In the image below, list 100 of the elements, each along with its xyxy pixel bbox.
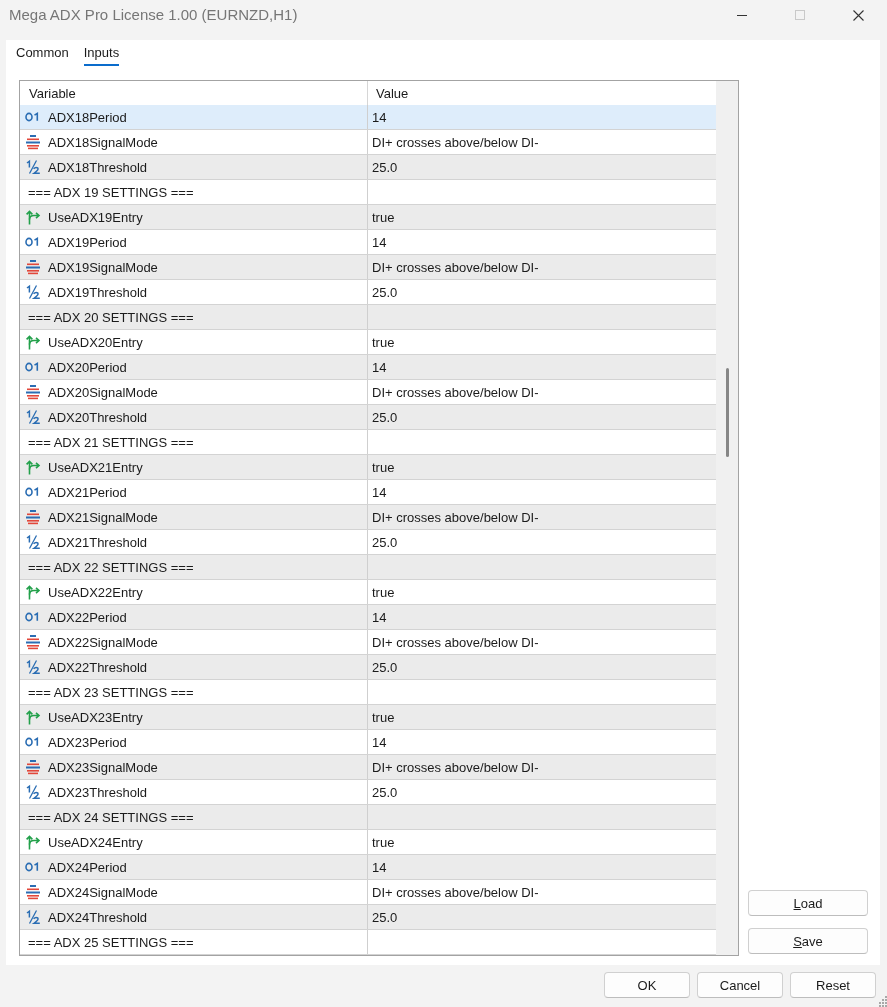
table-row[interactable]: UseADX22Entry true <box>20 580 716 605</box>
variable-value: 25.0 <box>372 284 398 300</box>
branch-arrow-icon <box>25 584 41 600</box>
side-button[interactable]: Save <box>748 928 868 954</box>
branch-arrow-icon <box>25 709 41 725</box>
fraction-icon <box>25 909 41 925</box>
variable-name: ADX18SignalMode <box>48 134 158 150</box>
table-row[interactable]: ADX19SignalMode DI+ crosses above/below DI- <box>20 255 716 280</box>
fraction-icon <box>25 284 41 300</box>
column-header: Value <box>376 85 409 101</box>
table-row[interactable]: === ADX 19 SETTINGS === <box>20 180 716 205</box>
table-row[interactable]: ADX21Threshold 25.0 <box>20 530 716 555</box>
table-row[interactable]: ADX22SignalMode DI+ crosses above/below DI- <box>20 630 716 655</box>
branch-arrow-icon <box>25 459 41 475</box>
list-icon <box>25 884 41 900</box>
branch-arrow-icon <box>25 209 41 225</box>
table-row[interactable]: ADX18Threshold 25.0 <box>20 155 716 180</box>
variable-name: ADX23Period <box>48 734 127 750</box>
table-row[interactable]: === ADX 22 SETTINGS === <box>20 555 716 580</box>
variable-name: UseADX23Entry <box>48 709 143 725</box>
variable-name: ADX21SignalMode <box>48 509 158 525</box>
table-row[interactable]: UseADX23Entry true <box>20 705 716 730</box>
table-row[interactable]: ADX18Period 14 <box>20 105 716 130</box>
variable-name: ADX24SignalMode <box>48 884 158 900</box>
fraction-icon <box>25 659 41 675</box>
table-row[interactable]: UseADX24Entry true <box>20 830 716 855</box>
table-row[interactable]: ADX23Period 14 <box>20 730 716 755</box>
scrollbar-thumb[interactable] <box>725 368 729 457</box>
table-row[interactable]: ADX21Period 14 <box>20 480 716 505</box>
variable-name: ADX24Period <box>48 859 127 875</box>
side-button[interactable]: Load <box>748 890 868 916</box>
dialog-button[interactable]: Cancel <box>697 972 783 998</box>
table-row[interactable]: ADX21SignalMode DI+ crosses above/below DI- <box>20 505 716 530</box>
table-row[interactable]: ADX23SignalMode DI+ crosses above/below DI- <box>20 755 716 780</box>
table-row[interactable]: ADX20Period 14 <box>20 355 716 380</box>
table-row[interactable]: UseADX20Entry true <box>20 330 716 355</box>
section-heading: === ADX 24 SETTINGS === <box>28 809 194 825</box>
variable-value: DI+ crosses above/below DI- <box>372 634 539 650</box>
variable-name: ADX18Threshold <box>48 159 147 175</box>
tab[interactable]: Inputs <box>83 40 120 66</box>
variable-name: ADX20Period <box>48 359 127 375</box>
variable-name: ADX23SignalMode <box>48 759 158 775</box>
fraction-icon <box>25 534 41 550</box>
table-row[interactable]: ADX24Period 14 <box>20 855 716 880</box>
variable-value: 25.0 <box>372 409 398 425</box>
variable-value: DI+ crosses above/below DI- <box>372 384 539 400</box>
variable-name: ADX22SignalMode <box>48 634 158 650</box>
table-row[interactable]: ADX24Threshold 25.0 <box>20 905 716 930</box>
variable-name: UseADX19Entry <box>48 209 143 225</box>
table-row[interactable]: UseADX19Entry true <box>20 205 716 230</box>
section-heading: === ADX 19 SETTINGS === <box>28 184 194 200</box>
table-row[interactable]: UseADX21Entry true <box>20 455 716 480</box>
section-heading: === ADX 25 SETTINGS === <box>28 934 194 950</box>
variable-name: ADX24Threshold <box>48 909 147 925</box>
table-row[interactable]: ADX20Threshold 25.0 <box>20 405 716 430</box>
fraction-icon <box>25 409 41 425</box>
variable-value: DI+ crosses above/below DI- <box>372 509 539 525</box>
table-row[interactable]: === ADX 20 SETTINGS === <box>20 305 716 330</box>
close-icon[interactable] <box>852 9 864 21</box>
variable-name: UseADX20Entry <box>48 334 143 350</box>
table-row[interactable]: === ADX 25 SETTINGS === <box>20 930 716 955</box>
section-heading: === ADX 21 SETTINGS === <box>28 434 194 450</box>
variable-value: DI+ crosses above/below DI- <box>372 884 539 900</box>
variable-value: DI+ crosses above/below DI- <box>372 259 539 275</box>
section-heading: === ADX 22 SETTINGS === <box>28 559 194 575</box>
variable-name: ADX21Threshold <box>48 534 147 550</box>
dialog-button[interactable]: Reset <box>790 972 876 998</box>
branch-arrow-icon <box>25 334 41 350</box>
variable-value: 14 <box>372 609 387 625</box>
table-row[interactable]: === ADX 24 SETTINGS === <box>20 805 716 830</box>
table-row[interactable]: ADX18SignalMode DI+ crosses above/below DI- <box>20 130 716 155</box>
table-row[interactable]: ADX19Threshold 25.0 <box>20 280 716 305</box>
table-row[interactable]: ADX20SignalMode DI+ crosses above/below DI- <box>20 380 716 405</box>
variable-value: 25.0 <box>372 909 398 925</box>
tab[interactable]: Common <box>16 40 69 66</box>
table-row[interactable]: ADX19Period 14 <box>20 230 716 255</box>
table-row[interactable]: ADX24SignalMode DI+ crosses above/below DI- <box>20 880 716 905</box>
table-row[interactable]: ADX22Threshold 25.0 <box>20 655 716 680</box>
variable-value: true <box>372 459 395 475</box>
list-icon <box>25 759 41 775</box>
section-heading: === ADX 23 SETTINGS === <box>28 684 194 700</box>
list-icon <box>25 259 41 275</box>
table-row[interactable]: ADX23Threshold 25.0 <box>20 780 716 805</box>
variable-name: ADX19Period <box>48 234 127 250</box>
column-header: Variable <box>29 85 76 101</box>
minimize-icon[interactable] <box>737 14 747 16</box>
variable-value: 14 <box>372 359 387 375</box>
table-row[interactable]: === ADX 21 SETTINGS === <box>20 430 716 455</box>
variable-name: ADX23Threshold <box>48 784 147 800</box>
resize-grip-icon[interactable] <box>877 996 887 1007</box>
variable-value: 25.0 <box>372 159 398 175</box>
variable-name: UseADX24Entry <box>48 834 143 850</box>
fraction-icon <box>25 784 41 800</box>
table-row[interactable]: ADX22Period 14 <box>20 605 716 630</box>
dialog-button[interactable]: OK <box>604 972 690 998</box>
scrollbar-track[interactable] <box>716 81 738 955</box>
variable-name: ADX19Threshold <box>48 284 147 300</box>
table-row[interactable]: === ADX 23 SETTINGS === <box>20 680 716 705</box>
variable-name: ADX22Period <box>48 609 127 625</box>
variable-value: 14 <box>372 109 387 125</box>
